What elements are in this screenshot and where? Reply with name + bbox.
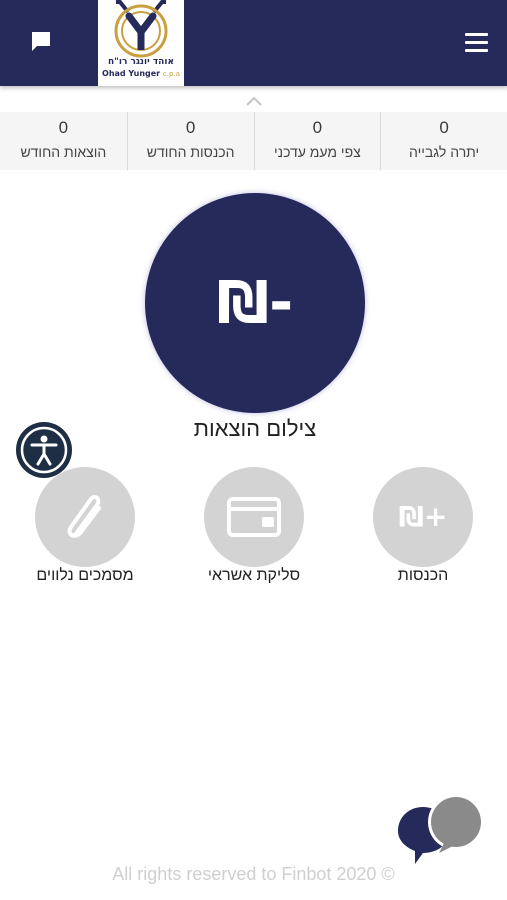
stat-label: הוצאות החודש [20, 144, 107, 160]
stat-value: 0 [312, 118, 323, 137]
chevron-up-icon [246, 96, 262, 106]
income-button[interactable]: ₪+ [373, 467, 473, 567]
chat-widget-button[interactable] [397, 793, 487, 868]
app-header: אוהד יונגר רו"ח Ohad Yunger c.p.a [0, 0, 507, 86]
stat-vat-forecast[interactable]: 0 צפי מעמ עדכני [253, 112, 381, 170]
chat-bubble-icon [32, 32, 50, 51]
stat-label: הכנסות החודש [146, 144, 235, 160]
stat-balance-to-collect[interactable]: 0 יתרה לגבייה [380, 112, 507, 170]
stat-monthly-income[interactable]: 0 הכנסות החודש [126, 112, 254, 170]
capture-expenses-label: צילום הוצאות [193, 416, 317, 441]
collapse-stats-button[interactable] [244, 93, 264, 107]
stat-monthly-expenses[interactable]: 0 הוצאות החודש [0, 112, 127, 170]
logo-emblem-icon [114, 0, 168, 58]
stats-bar: 0 יתרה לגבייה 0 צפי מעמ עדכני 0 הכנסות ה… [0, 112, 507, 170]
hamburger-menu-icon-line [465, 49, 488, 52]
footer-copyright: All rights reserved to Finbot 2020 © [112, 864, 395, 884]
shekel-plus-icon: ₪+ [398, 500, 448, 533]
capture-expenses-button[interactable]: ₪- [145, 193, 365, 413]
stat-label: צפי מעמ עדכני [273, 144, 361, 160]
attached-documents-button[interactable] [35, 467, 135, 567]
menu-button[interactable] [462, 30, 492, 56]
shekel-minus-icon: ₪- [216, 268, 294, 336]
credit-card-clearing-label: סליקת אשראי [207, 567, 301, 584]
stat-value: 0 [58, 118, 69, 137]
logo-name-english: Ohad Yunger c.p.a [98, 69, 184, 78]
credit-card-clearing-button[interactable] [204, 467, 304, 567]
attached-documents-label: מסמכים נלווים [36, 567, 134, 584]
hamburger-menu-icon-line [465, 41, 488, 44]
stat-value: 0 [439, 118, 449, 137]
credit-card-icon [227, 497, 281, 537]
stat-value: 0 [185, 118, 196, 137]
paperclip-icon [67, 494, 101, 538]
logo-suffix: c.p.a [162, 70, 180, 78]
stat-label: יתרה לגבייה [409, 144, 480, 160]
income-label: הכנסות [397, 567, 449, 584]
logo-name-en: Ohad Yunger [102, 69, 161, 78]
company-logo: אוהד יונגר רו"ח Ohad Yunger c.p.a [98, 0, 184, 86]
messages-button[interactable] [28, 28, 56, 56]
chat-widget-icon [398, 794, 484, 864]
hamburger-menu-icon [465, 33, 488, 36]
logo-name-hebrew: אוהד יונגר רו"ח [107, 57, 175, 67]
